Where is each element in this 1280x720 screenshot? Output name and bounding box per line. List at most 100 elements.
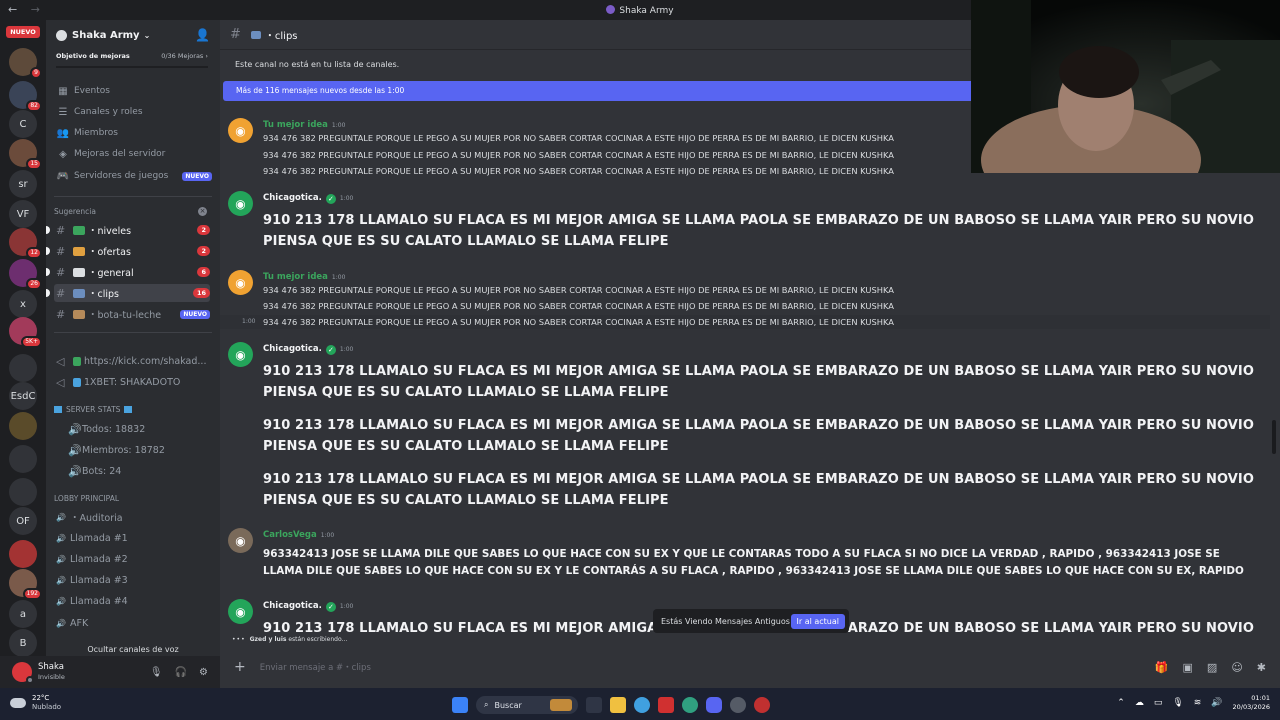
chart-icon (54, 406, 62, 413)
hide-voice-button[interactable]: Ocultar canales de voz (54, 640, 210, 656)
server-icon[interactable]: 9 (9, 48, 42, 79)
server-icon[interactable] (9, 412, 37, 440)
sidebar-item-mejoras[interactable]: ◈ Mejoras del servidor (56, 145, 212, 163)
boost-goal[interactable]: Objetivo de mejoras 0/36 Mejoras › (56, 52, 208, 60)
server-icon[interactable]: C (9, 110, 37, 138)
message-author[interactable]: Chicagotica. ✓ 1:00 (263, 601, 353, 612)
apps-icon[interactable]: ✱ (1257, 661, 1266, 674)
close-icon[interactable]: × (198, 207, 207, 216)
server-icon[interactable] (9, 354, 37, 382)
wifi-icon[interactable]: ≋ (1194, 698, 1202, 708)
sidebar-item-eventos[interactable]: ▦ Eventos (56, 82, 212, 100)
gift-icon[interactable]: 🎁 (1155, 661, 1169, 674)
server-icon[interactable]: 192 (9, 569, 42, 600)
clock[interactable]: 01:01 20/03/2026 (1233, 694, 1270, 712)
discord-avatar-icon[interactable]: ◉ (228, 118, 253, 143)
channel-item[interactable]: # ・clips 16 (46, 284, 210, 302)
server-icon[interactable]: B (9, 629, 37, 657)
microphone-icon[interactable]: 🎙 (150, 667, 163, 678)
hide-voice-label: Ocultar canales de voz (87, 644, 179, 654)
server-icon[interactable]: OF (9, 507, 37, 535)
voice-channel[interactable]: 🔊 Llamada #1 (54, 529, 210, 547)
server-icon[interactable] (9, 478, 37, 506)
stat-miembros[interactable]: 🔊 Miembros: 18782 (54, 441, 210, 459)
user-avatar[interactable]: ◉ (228, 528, 253, 553)
channel-item[interactable]: # ・niveles 2 (46, 221, 210, 239)
server-icon[interactable]: 26 (9, 259, 42, 290)
discord-avatar-icon[interactable]: ◉ (228, 270, 253, 295)
sticker-icon[interactable]: ▨ (1207, 661, 1217, 674)
app2-icon[interactable] (754, 697, 770, 713)
channel-item[interactable]: # ・general 6 (46, 263, 210, 281)
cloud-sync-icon[interactable]: ☁ (1135, 698, 1144, 708)
network-icon[interactable]: ▭ (1154, 698, 1163, 708)
headphones-icon[interactable]: 🎧 (175, 667, 187, 678)
server-icon[interactable]: 15 (9, 139, 42, 170)
timestamp: 1:00 (320, 532, 335, 539)
discord-avatar-icon[interactable]: ◉ (228, 599, 253, 624)
taskbar-search[interactable]: ⌕ Buscar (476, 696, 578, 714)
message-author[interactable]: Chicagotica. ✓ 1:00 (263, 344, 353, 355)
volume-icon[interactable]: 🔊 (1211, 698, 1222, 708)
category-server-stats[interactable]: SERVER STATS (54, 405, 133, 414)
avatar[interactable] (12, 662, 34, 684)
windows-start-icon[interactable] (452, 697, 468, 713)
chevron-up-icon[interactable]: ⌃ (1117, 698, 1125, 708)
voice-channel[interactable]: 🔊 ・Auditoria (54, 508, 210, 526)
message-author[interactable]: Tu mejor idea 1:00 (263, 120, 345, 130)
voice-channel[interactable]: 🔊 Llamada #4 (54, 592, 210, 610)
sidebar-item-servidores[interactable]: 🎮 Servidores de juegos NUEVO (56, 167, 212, 185)
channel-item[interactable]: # ・ofertas 2 (46, 242, 210, 260)
edge-icon[interactable] (682, 697, 698, 713)
message-author[interactable]: CarlosVega 1:00 (263, 530, 334, 540)
task-view-icon[interactable] (586, 697, 602, 713)
gear-icon[interactable]: ⚙ (199, 667, 208, 678)
message-input[interactable]: Enviar mensaje a #・clips (260, 661, 371, 673)
server-icon[interactable]: 82 (9, 81, 42, 112)
scrollbar[interactable] (1272, 420, 1276, 454)
weather-widget[interactable]: 22°C Nublado (10, 694, 61, 712)
sidebar-item-miembros[interactable]: 👥 Miembros (56, 124, 212, 142)
discord-icon[interactable] (706, 697, 722, 713)
add-attachment-icon[interactable]: + (234, 659, 246, 675)
server-icon[interactable]: a (9, 600, 37, 628)
server-icon[interactable] (9, 540, 37, 568)
new-messages-bar[interactable]: Más de 116 mensajes nuevos desde las 1:0… (223, 81, 971, 101)
server-icon[interactable] (9, 445, 37, 473)
server-icon[interactable]: 12 (9, 228, 42, 259)
server-icon[interactable]: VF (9, 200, 37, 228)
emoji-icon[interactable]: ☺ (1231, 661, 1242, 674)
speaker-icon: 🔊 (56, 512, 66, 522)
obs-icon[interactable] (730, 697, 746, 713)
voice-channel[interactable]: 🔊 AFK (54, 614, 210, 632)
server-icon[interactable]: sr (9, 170, 37, 198)
app-icon[interactable] (658, 697, 674, 713)
server-label: C (19, 118, 27, 130)
discord-avatar-icon[interactable]: ◉ (228, 191, 253, 216)
message-author[interactable]: Tu mejor idea 1:00 (263, 272, 345, 282)
message-author[interactable]: Chicagotica. ✓ 1:00 (263, 193, 353, 204)
gif-icon[interactable]: ▣ (1183, 661, 1193, 674)
browser-icon[interactable] (634, 697, 650, 713)
jump-to-present-button[interactable]: Ir al actual (790, 613, 845, 629)
invite-icon[interactable]: 👤 (195, 28, 210, 42)
discord-avatar-icon[interactable]: ◉ (228, 342, 253, 367)
category-lobby[interactable]: LOBBY PRINCIPAL (54, 494, 119, 503)
link-channel-kick[interactable]: ◁ https://kick.com/shakad... (54, 352, 210, 370)
server-icon[interactable]: 5K+ (9, 317, 42, 348)
voice-channel[interactable]: 🔊 Llamada #2 (54, 550, 210, 568)
stat-todos[interactable]: 🔊 Todos: 18832 (54, 420, 210, 438)
channel-item[interactable]: # ・bota-tu-leche NUEVO (54, 305, 210, 323)
voice-channel-name: Llamada #1 (70, 532, 128, 544)
server-icon[interactable]: EsdC (9, 382, 37, 410)
file-explorer-icon[interactable] (610, 697, 626, 713)
stat-bots[interactable]: 🔊 Bots: 24 (54, 462, 210, 480)
voice-channel[interactable]: 🔊 Llamada #3 (54, 571, 210, 589)
microphone-tray-icon[interactable]: 🎙 (1172, 698, 1183, 708)
category-sugerencia[interactable]: Sugerencia (54, 207, 96, 216)
server-icon[interactable]: x (9, 290, 37, 318)
server-header[interactable]: Shaka Army ⌄ 👤 (46, 20, 220, 50)
link-channel-1xbet[interactable]: ◁ 1XBET: SHAKADOTO (54, 373, 210, 391)
sidebar-item-canales[interactable]: ☰ Canales y roles (56, 103, 212, 121)
divider (54, 332, 212, 333)
